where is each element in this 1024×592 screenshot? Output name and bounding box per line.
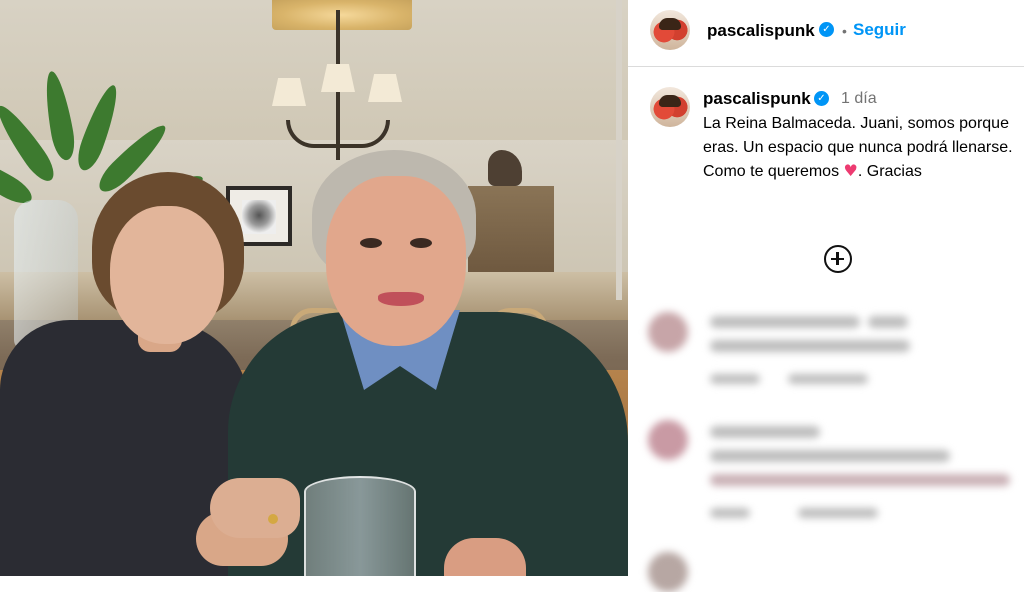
post-photo[interactable] <box>0 0 628 576</box>
comment-avatar <box>648 552 688 592</box>
comment-item <box>648 420 1018 530</box>
caption-text-part: . Gracias <box>857 163 922 180</box>
man-eye <box>410 238 432 248</box>
caption-text: La Reina Balmaceda. Juani, somos porque … <box>703 112 1023 184</box>
profile-avatar[interactable] <box>650 10 690 50</box>
post-sidebar: pascalispunk ✓ • Seguir ⋮ pascalispunk ✓… <box>628 0 1024 592</box>
header-username[interactable]: pascalispunk <box>707 21 815 41</box>
heart-emoji-icon: ♥ <box>843 161 858 180</box>
comment-item <box>648 312 1018 392</box>
ring <box>268 514 278 524</box>
comment-avatar <box>648 312 688 352</box>
man-face <box>326 176 466 346</box>
post-time[interactable]: 1 día <box>841 90 877 108</box>
post-header: pascalispunk ✓ • Seguir ⋮ <box>628 0 1024 67</box>
caption-avatar[interactable] <box>650 87 690 127</box>
verified-badge-icon: ✓ <box>814 91 829 106</box>
separator-dot: • <box>842 23 847 39</box>
wine-glass <box>304 476 416 576</box>
comment-avatar <box>648 420 688 460</box>
chandelier <box>268 10 408 170</box>
caption-username[interactable]: pascalispunk <box>703 89 811 109</box>
more-options-icon[interactable]: ⋮ <box>1016 22 1022 42</box>
man-tongue <box>378 292 424 306</box>
plus-circle-icon[interactable] <box>824 245 852 273</box>
verified-badge-icon: ✓ <box>819 22 834 37</box>
woman-hand <box>210 478 300 538</box>
comment-item <box>648 552 1018 592</box>
woman-face <box>110 206 224 344</box>
follow-button[interactable]: Seguir <box>853 20 906 40</box>
man-eye <box>360 238 382 248</box>
man-hand <box>444 538 526 576</box>
